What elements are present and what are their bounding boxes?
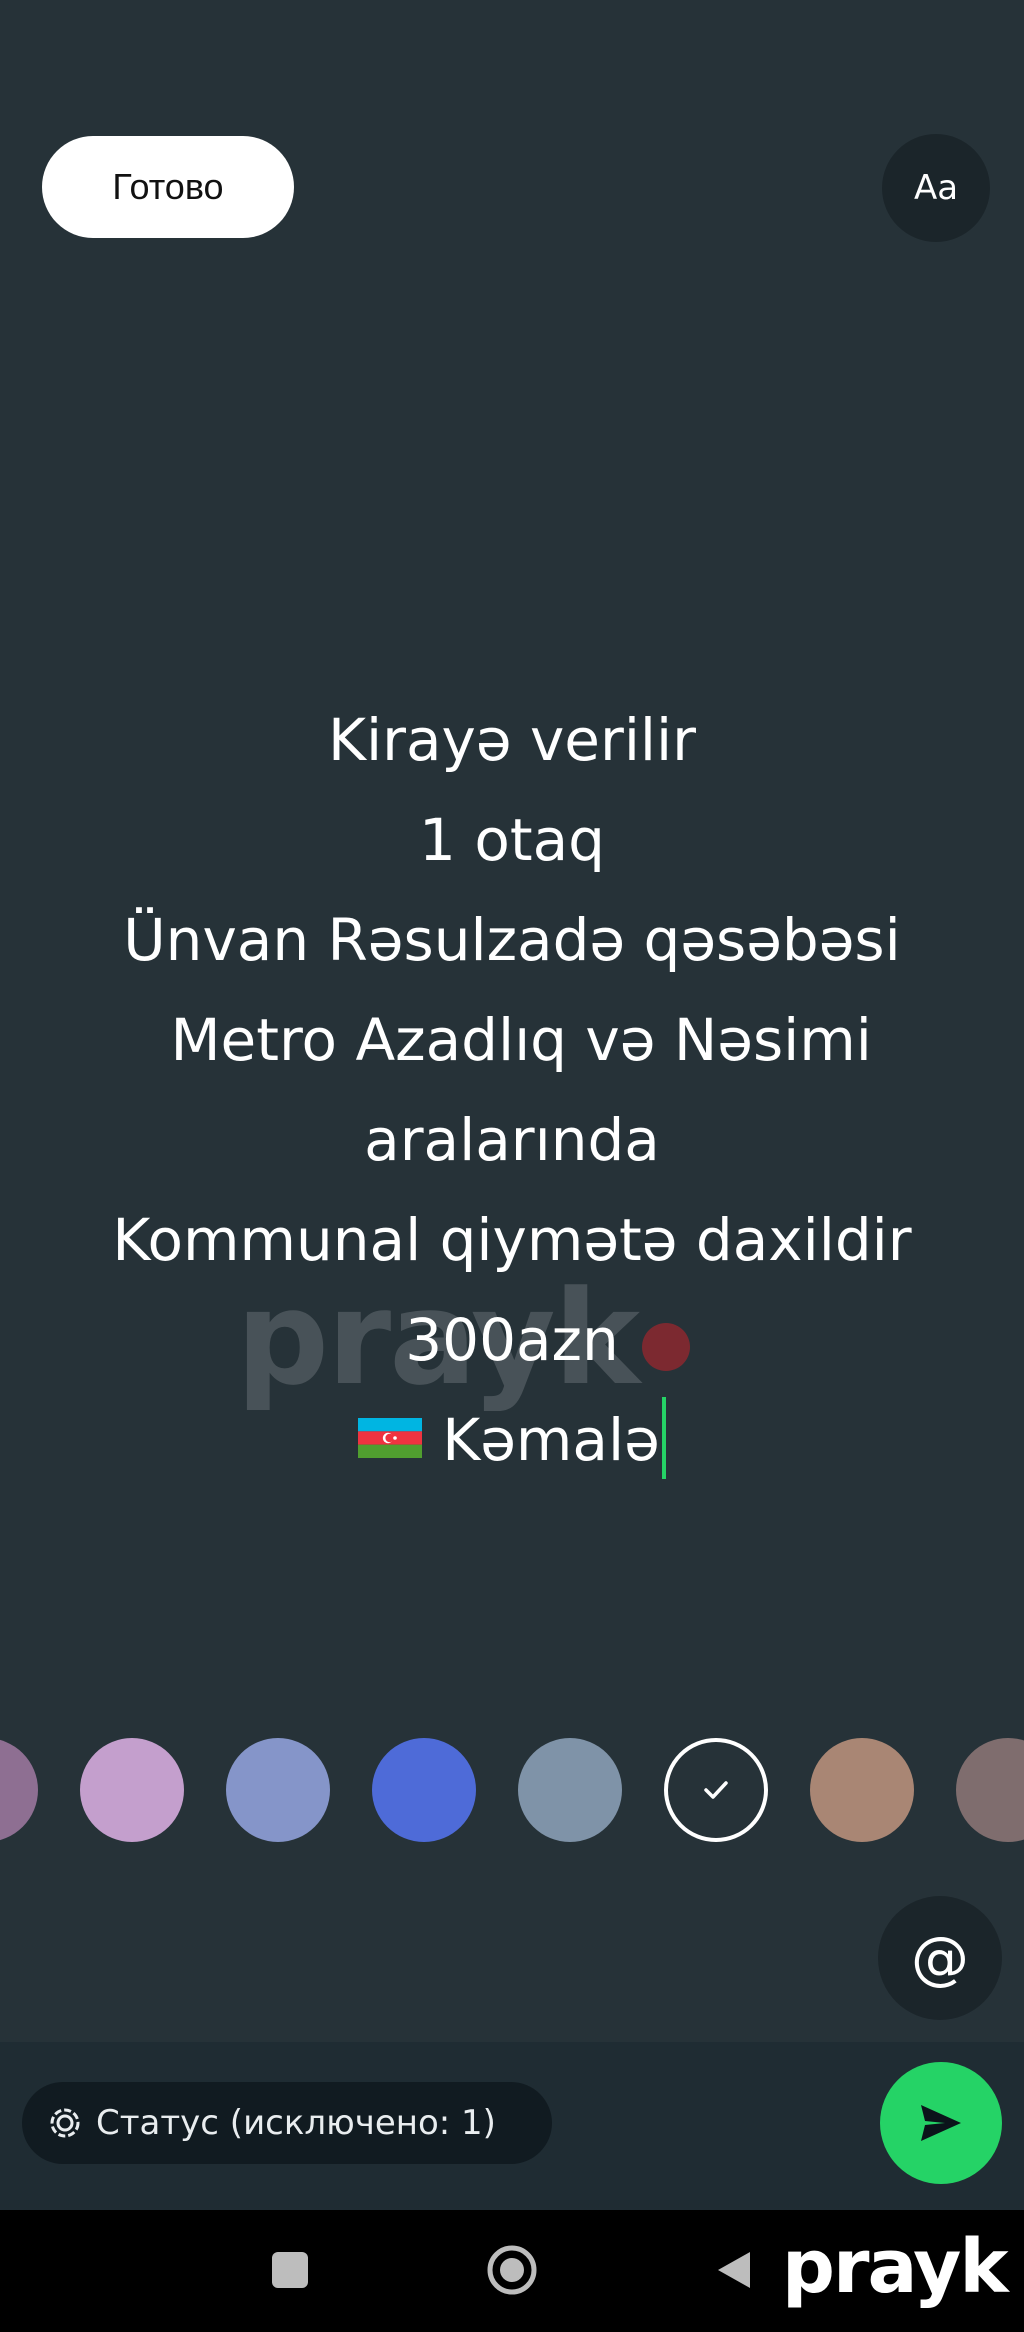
send-button[interactable]: [880, 2062, 1002, 2184]
text-line: 1 otaq: [419, 806, 605, 874]
color-swatch[interactable]: [518, 1738, 622, 1842]
done-button[interactable]: Готово: [42, 136, 294, 238]
color-swatch-selected[interactable]: [664, 1738, 768, 1842]
text-line: aralarında: [364, 1106, 660, 1174]
text-line: Metro Azadlıq və Nəsimi: [152, 1006, 872, 1074]
azerbaijan-flag-icon: [358, 1417, 423, 1458]
signature-text: Kəmalə: [442, 1406, 660, 1474]
at-sign-icon: @: [911, 1924, 969, 1992]
color-swatch[interactable]: [0, 1738, 38, 1842]
send-icon: [921, 2105, 961, 2141]
composer-bar: Статус (исключено: 1): [0, 2042, 1024, 2210]
text-line: Kirayə verilir: [327, 706, 697, 774]
status-audience-label: Статус (исключено: 1): [96, 2103, 496, 2143]
text-line: Ünvan Rəsulzadə qəsəbəsi: [123, 906, 901, 974]
text-line: 300azn: [405, 1306, 619, 1374]
font-style-button[interactable]: Aa: [882, 134, 990, 242]
color-swatch[interactable]: [80, 1738, 184, 1842]
status-editor-screen: Готово Aa prayk Kirayə verilir 1 otaq Ün…: [0, 0, 1024, 2332]
mention-button[interactable]: @: [878, 1896, 1002, 2020]
triangle-back-icon[interactable]: [716, 2250, 752, 2290]
system-navigation-bar: prayk: [0, 2210, 1024, 2332]
color-swatch[interactable]: [810, 1738, 914, 1842]
brand-text: prayk: [782, 2224, 1009, 2310]
color-swatch[interactable]: [226, 1738, 330, 1842]
color-swatch[interactable]: [372, 1738, 476, 1842]
status-ring-icon: [48, 2106, 82, 2140]
text-line-last: Kəmalə: [40, 1390, 984, 1490]
status-audience-button[interactable]: Статус (исключено: 1): [22, 2082, 552, 2164]
status-text-input[interactable]: Kirayə verilir 1 otaq Ünvan Rəsulzadə qə…: [40, 690, 984, 1490]
color-swatch[interactable]: [956, 1738, 1024, 1842]
square-icon[interactable]: [272, 2252, 308, 2288]
circle-home-icon[interactable]: [486, 2244, 538, 2296]
checkmark-icon: [704, 1781, 728, 1799]
text-line: Kommunal qiymətə daxildir: [112, 1206, 912, 1274]
color-palette: [0, 1738, 1024, 1844]
brand-watermark: prayk: [782, 2224, 1024, 2332]
text-caret: [661, 1396, 666, 1479]
